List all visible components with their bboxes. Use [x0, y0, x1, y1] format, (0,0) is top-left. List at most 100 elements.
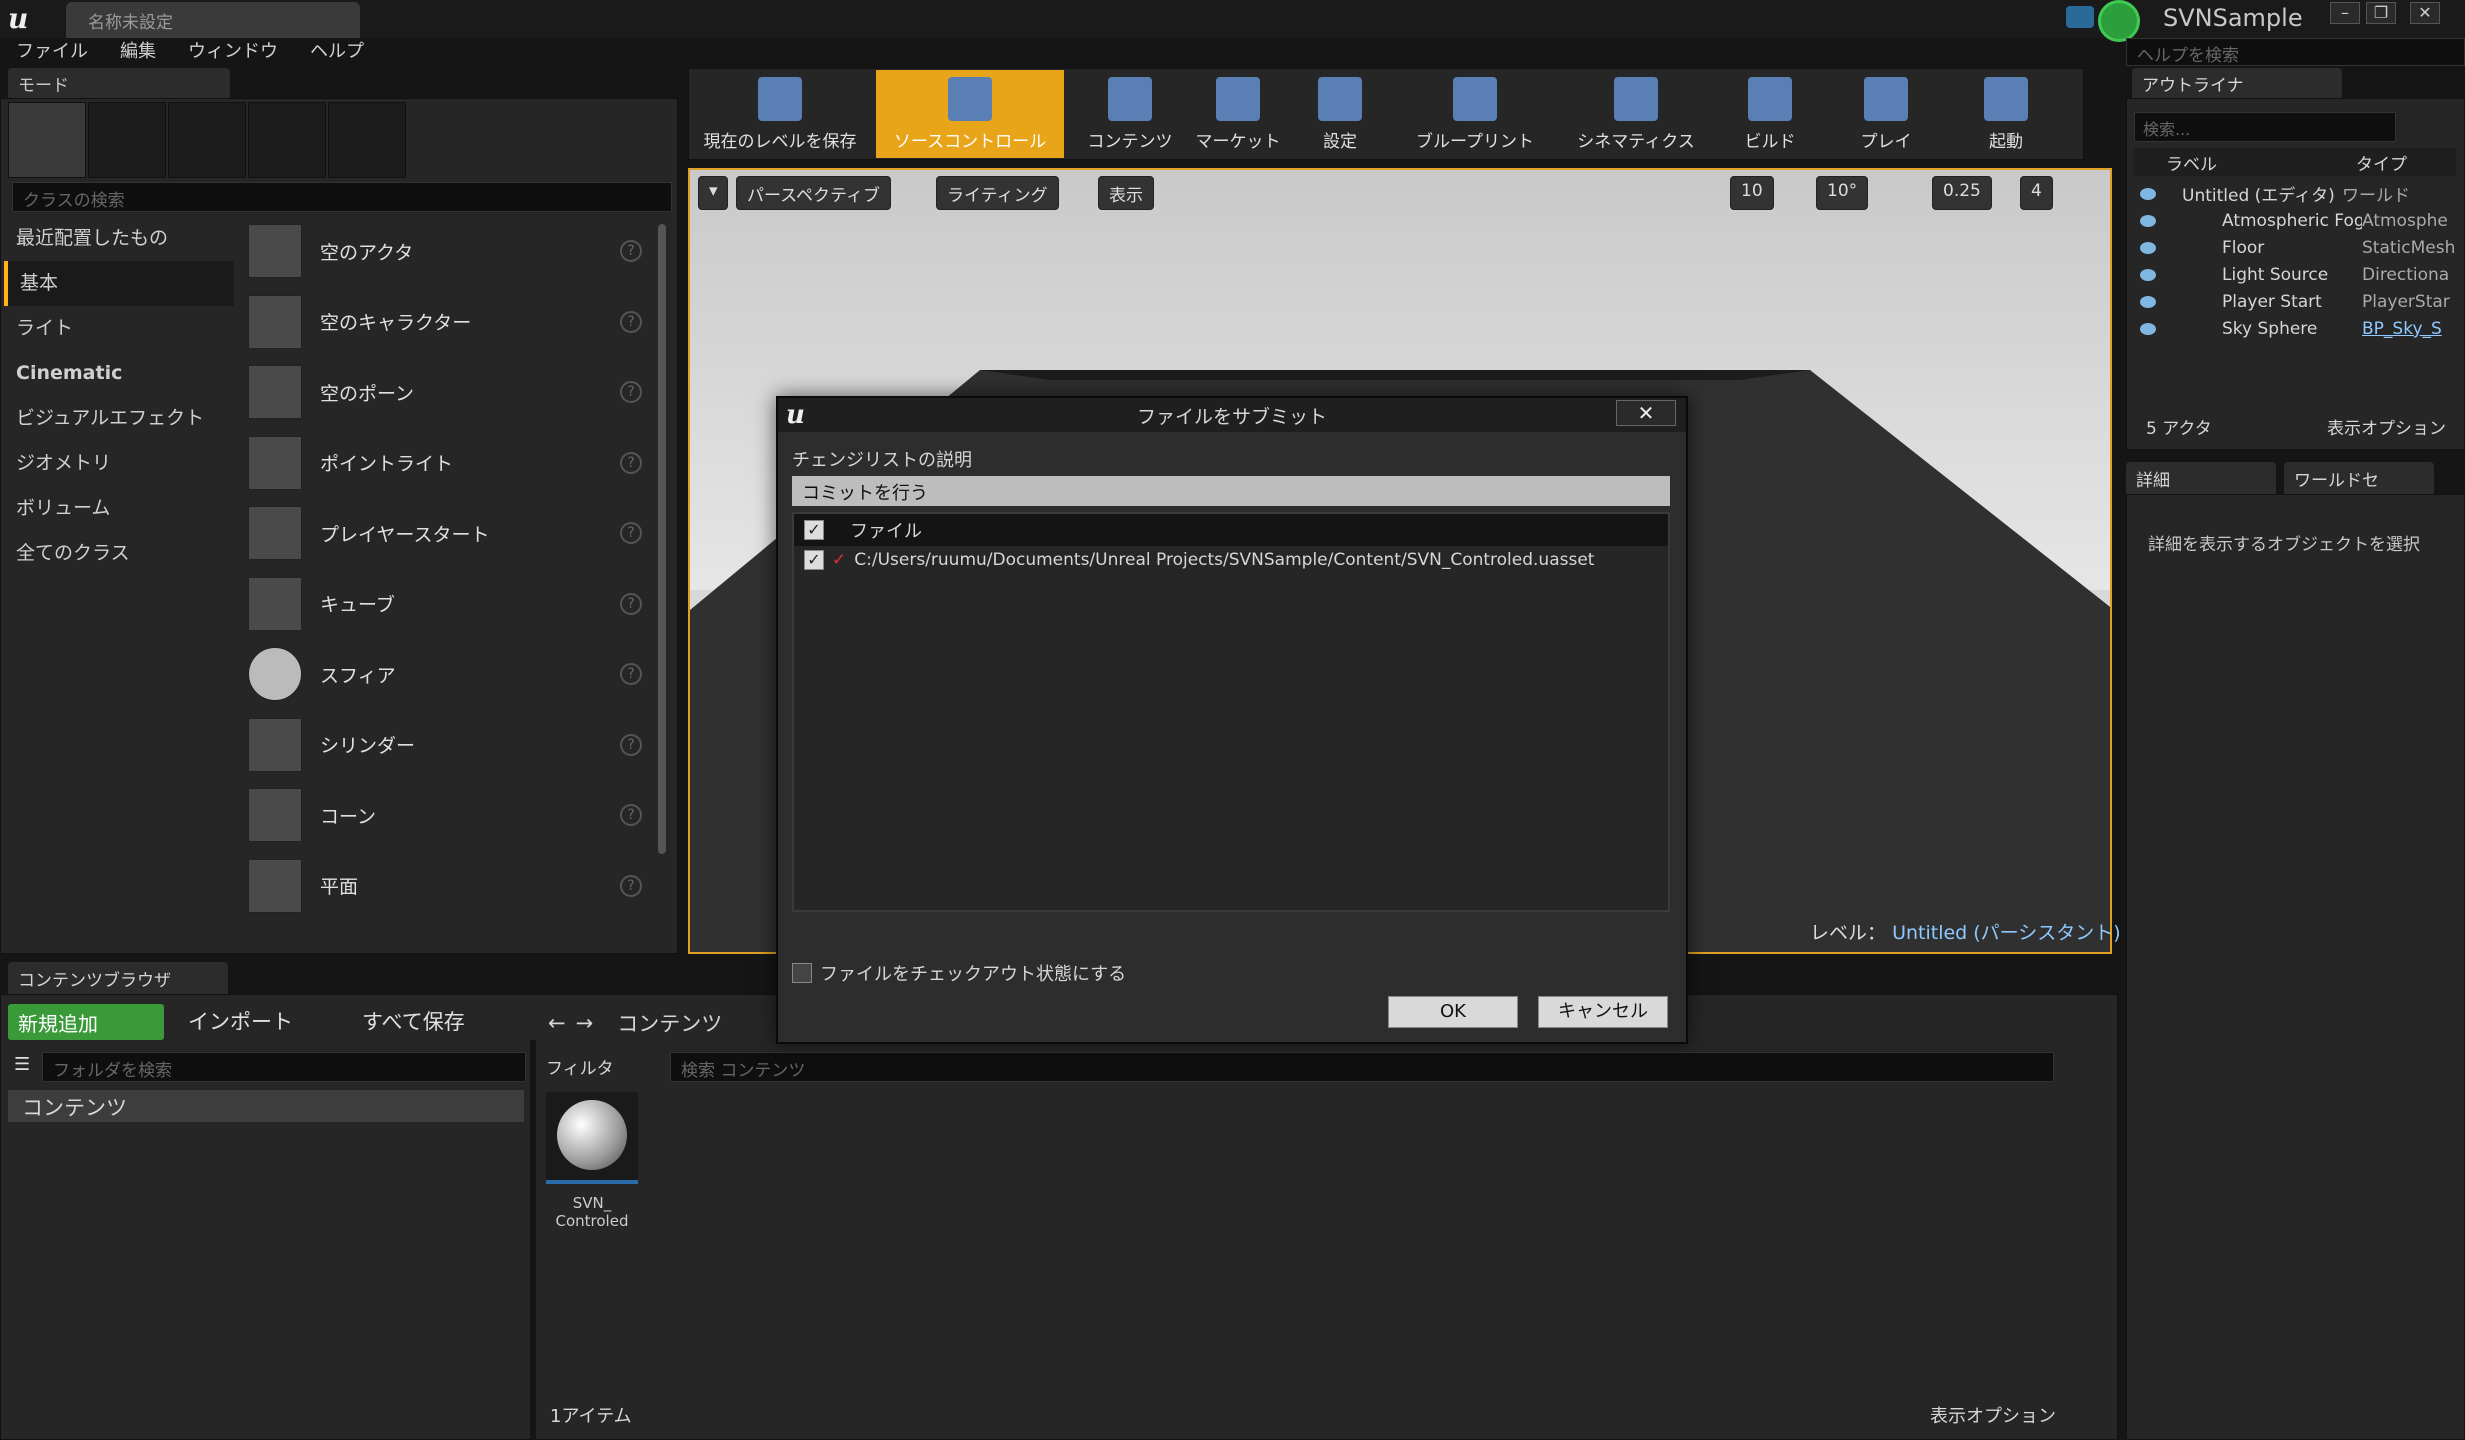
- column-label[interactable]: ラベル: [2166, 150, 2356, 175]
- content-browser-tab[interactable]: コンテンツブラウザ: [8, 962, 228, 994]
- tab-details[interactable]: 詳細: [2126, 462, 2276, 494]
- minimize-button[interactable]: –: [2330, 2, 2360, 24]
- visibility-icon[interactable]: [2140, 322, 2156, 335]
- table-row[interactable]: Floor StaticMesh: [2134, 234, 2456, 261]
- keep-checked-out-checkbox[interactable]: [792, 963, 812, 983]
- visibility-icon[interactable]: [2140, 214, 2156, 227]
- category-basic[interactable]: 基本: [4, 261, 234, 306]
- sources-toggle-icon[interactable]: ☰: [14, 1054, 30, 1075]
- visibility-icon[interactable]: [2140, 268, 2156, 281]
- asset-list-scrollbar[interactable]: [658, 224, 666, 854]
- class-search-input[interactable]: クラスの検索: [12, 182, 672, 212]
- help-icon[interactable]: ?: [620, 733, 642, 756]
- visibility-icon[interactable]: [2140, 241, 2156, 254]
- back-icon[interactable]: ←: [548, 1011, 566, 1035]
- blueprint-link[interactable]: BP_Sky_S: [2362, 319, 2442, 339]
- column-type[interactable]: タイプ: [2356, 150, 2407, 175]
- camera-speed-value[interactable]: 4: [2020, 176, 2053, 210]
- list-item[interactable]: 空のキャラクター?: [240, 287, 658, 358]
- mode-foliage-button[interactable]: [248, 102, 326, 178]
- table-row[interactable]: Untitled (エディタ) ワールド: [2134, 180, 2456, 207]
- list-item[interactable]: プレイヤースタート?: [240, 498, 658, 569]
- filter-button[interactable]: フィルタ: [546, 1054, 614, 1079]
- market-button[interactable]: マーケット: [1188, 70, 1288, 158]
- folder-search-input[interactable]: フォルダを検索: [42, 1052, 526, 1082]
- help-icon[interactable]: ?: [620, 874, 642, 897]
- folder-tree-item[interactable]: コンテンツ: [8, 1090, 524, 1122]
- category-visual-effects[interactable]: ビジュアルエフェクト: [4, 396, 234, 441]
- category-recent[interactable]: 最近配置したもの: [4, 216, 234, 261]
- launch-button[interactable]: 起動: [1966, 70, 2046, 158]
- cancel-button[interactable]: キャンセル: [1538, 996, 1668, 1028]
- table-row[interactable]: Atmospheric Fog Atmosphe: [2134, 207, 2456, 234]
- source-control-button[interactable]: ソースコントロール: [876, 70, 1064, 158]
- outliner-search-input[interactable]: 検索...: [2134, 112, 2396, 142]
- visibility-icon[interactable]: [2140, 187, 2156, 200]
- perspective-button[interactable]: パースペクティブ: [736, 176, 891, 210]
- save-level-button[interactable]: 現在のレベルを保存: [692, 70, 868, 158]
- visibility-icon[interactable]: [2140, 295, 2156, 308]
- source-control-status-icon[interactable]: [2098, 0, 2140, 42]
- build-button[interactable]: ビルド: [1730, 70, 1810, 158]
- outliner-view-options-button[interactable]: 表示オプション: [2327, 414, 2446, 439]
- play-button[interactable]: プレイ: [1846, 70, 1926, 158]
- dialog-close-button[interactable]: ✕: [1616, 400, 1676, 426]
- table-row[interactable]: Sky Sphere BP_Sky_S: [2134, 315, 2456, 342]
- settings-button[interactable]: 設定: [1300, 70, 1380, 158]
- list-item[interactable]: スフィア?: [240, 639, 658, 710]
- menu-window[interactable]: ウィンドウ: [172, 38, 294, 66]
- table-row[interactable]: ✓ ✓ C:/Users/ruumu/Documents/Unreal Proj…: [794, 546, 1668, 574]
- content-button[interactable]: コンテンツ: [1080, 70, 1180, 158]
- splitter-handle[interactable]: [530, 1040, 536, 1440]
- asset-tile[interactable]: [546, 1092, 638, 1184]
- close-window-button[interactable]: ✕: [2410, 2, 2440, 24]
- help-icon[interactable]: ?: [620, 522, 642, 545]
- list-item[interactable]: コーン?: [240, 780, 658, 851]
- table-row[interactable]: Light Source Directiona: [2134, 261, 2456, 288]
- category-volumes[interactable]: ボリューム: [4, 486, 234, 531]
- menu-edit[interactable]: 編集: [104, 38, 172, 66]
- blueprint-button[interactable]: ブループリント: [1400, 70, 1550, 158]
- rotation-snap-value[interactable]: 10°: [1816, 176, 1869, 210]
- breadcrumb-content[interactable]: コンテンツ: [617, 1008, 722, 1038]
- help-icon[interactable]: ?: [620, 451, 642, 474]
- list-item[interactable]: 空のアクタ?: [240, 216, 658, 287]
- lighting-button[interactable]: ライティング: [936, 176, 1059, 210]
- mode-paint-button[interactable]: [88, 102, 166, 178]
- help-icon[interactable]: ?: [620, 240, 642, 263]
- category-all-classes[interactable]: 全てのクラス: [4, 531, 234, 576]
- column-file[interactable]: ファイル: [850, 517, 922, 543]
- select-all-checkbox[interactable]: ✓: [804, 520, 824, 540]
- mode-place-button[interactable]: [8, 102, 86, 178]
- mode-landscape-button[interactable]: [168, 102, 246, 178]
- mode-geometry-button[interactable]: [328, 102, 406, 178]
- viewport-options-button[interactable]: ▾: [698, 176, 728, 210]
- file-checkbox[interactable]: ✓: [804, 550, 824, 570]
- forward-icon[interactable]: →: [576, 1011, 594, 1035]
- help-icon[interactable]: ?: [620, 804, 642, 827]
- ok-button[interactable]: OK: [1388, 996, 1518, 1028]
- changelist-description-input[interactable]: コミットを行う: [792, 476, 1670, 506]
- content-view-options-button[interactable]: 表示オプション: [1930, 1402, 2056, 1428]
- outliner-tab[interactable]: アウトライナ: [2132, 68, 2342, 98]
- help-icon[interactable]: ?: [620, 381, 642, 404]
- category-lights[interactable]: ライト: [4, 306, 234, 351]
- chat-icon[interactable]: [2066, 6, 2094, 28]
- document-tab[interactable]: 名称未設定: [66, 2, 360, 38]
- cinematics-button[interactable]: シネマティクス: [1566, 70, 1706, 158]
- list-item[interactable]: ポイントライト?: [240, 428, 658, 499]
- tab-world-settings[interactable]: ワールドセ: [2284, 462, 2434, 494]
- content-search-input[interactable]: 検索 コンテンツ: [670, 1052, 2054, 1082]
- show-button[interactable]: 表示: [1098, 176, 1154, 210]
- table-row[interactable]: Player Start PlayerStar: [2134, 288, 2456, 315]
- category-geometry[interactable]: ジオメトリ: [4, 441, 234, 486]
- help-icon[interactable]: ?: [620, 663, 642, 686]
- menu-help[interactable]: ヘルプ: [294, 38, 380, 66]
- list-item[interactable]: 空のポーン?: [240, 357, 658, 428]
- dialog-title-bar[interactable]: u ファイルをサブミット: [778, 398, 1686, 432]
- help-icon[interactable]: ?: [620, 592, 642, 615]
- help-icon[interactable]: ?: [620, 310, 642, 333]
- list-item[interactable]: シリンダー?: [240, 710, 658, 781]
- add-new-button[interactable]: 新規追加: [8, 1004, 164, 1040]
- keep-checked-out-option[interactable]: ファイルをチェックアウト状態にする: [792, 960, 1126, 986]
